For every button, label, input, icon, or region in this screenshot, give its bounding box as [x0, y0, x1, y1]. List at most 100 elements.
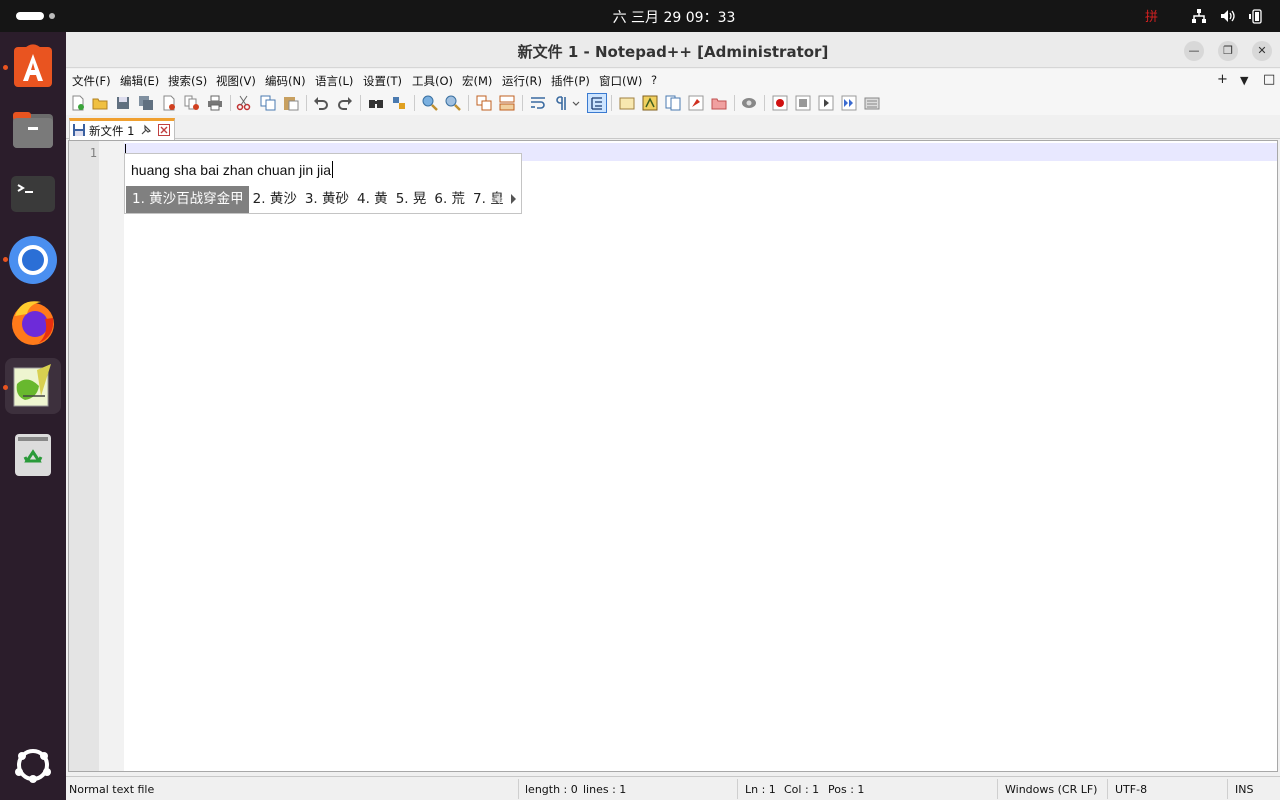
notepad-plus-plus-icon[interactable]: [5, 358, 61, 414]
ime-candidate-window: huang sha bai zhan chuan jin jia 1. 黄沙百战…: [124, 153, 522, 214]
files-icon[interactable]: [5, 102, 61, 158]
doc-list-icon[interactable]: [665, 95, 681, 111]
replace-icon[interactable]: [391, 95, 407, 111]
toolbar-separator: [230, 95, 231, 111]
ime-candidate-4[interactable]: 4. 黄: [353, 186, 392, 213]
close-all-icon[interactable]: [184, 95, 200, 111]
cut-icon[interactable]: [236, 95, 252, 111]
menu-edit[interactable]: 编辑(E): [120, 73, 159, 89]
close-tab-icon[interactable]: [158, 124, 170, 136]
ime-candidate-1[interactable]: 1. 黄沙百战穿金甲: [126, 186, 249, 213]
zoom-in-icon[interactable]: [422, 95, 438, 111]
tab-label: 新文件 1: [89, 124, 135, 138]
status-encoding[interactable]: UTF-8: [1115, 783, 1147, 796]
line-number: 1: [89, 146, 97, 160]
terminal-icon[interactable]: [5, 166, 61, 222]
tab-list-button[interactable]: ▼: [1240, 74, 1248, 87]
menu-view[interactable]: 视图(V): [216, 73, 256, 89]
indent-guide-icon[interactable]: [587, 93, 607, 113]
play-macro-icon[interactable]: [818, 95, 834, 111]
ime-candidate-3[interactable]: 3. 黄砂: [301, 186, 353, 213]
monitoring-icon[interactable]: [741, 95, 757, 111]
folder-workspace-icon[interactable]: [711, 95, 727, 111]
sync-vertical-icon[interactable]: [476, 95, 492, 111]
status-insert-mode[interactable]: INS: [1235, 783, 1253, 796]
show-apps-icon[interactable]: [5, 736, 61, 792]
network-icon[interactable]: [1191, 8, 1207, 24]
ime-candidate-2[interactable]: 2. 黄沙: [249, 186, 301, 213]
close-button[interactable]: ✕: [1252, 41, 1272, 61]
clock[interactable]: 六 三月 29 09：33: [0, 7, 1280, 27]
stop-macro-icon[interactable]: [795, 95, 811, 111]
pin-icon[interactable]: [140, 124, 152, 136]
chromium-icon[interactable]: [5, 230, 61, 286]
running-indicator: [3, 385, 8, 390]
status-separator: [1227, 779, 1228, 799]
input-method-indicator[interactable]: 拼: [1145, 6, 1158, 25]
menu-help[interactable]: ?: [651, 73, 657, 87]
top-bar: 六 三月 29 09：33 拼: [0, 0, 1280, 32]
ime-candidate-7[interactable]: 7. 皇: [469, 186, 508, 213]
menu-tools[interactable]: 工具(O): [412, 73, 453, 89]
menu-settings[interactable]: 设置(T): [363, 73, 402, 89]
toolbar-separator: [306, 95, 307, 111]
status-pos: Pos : 1: [828, 783, 865, 796]
minimize-button[interactable]: —: [1184, 41, 1204, 61]
show-all-chars-icon[interactable]: [553, 95, 569, 111]
ime-candidate-6[interactable]: 6. 荒: [430, 186, 469, 213]
restore-doc-button[interactable]: □: [1263, 72, 1275, 87]
menu-language[interactable]: 语言(L): [315, 73, 353, 89]
toolbar-separator: [522, 95, 523, 111]
toolbar-separator: [468, 95, 469, 111]
new-tab-button[interactable]: +: [1217, 72, 1228, 87]
status-eol[interactable]: Windows (CR LF): [1005, 783, 1097, 796]
ime-next-page-icon[interactable]: [511, 194, 516, 204]
find-icon[interactable]: [368, 95, 384, 111]
redo-icon[interactable]: [337, 95, 353, 111]
trash-icon[interactable]: [5, 426, 61, 482]
volume-icon[interactable]: [1220, 8, 1236, 24]
sync-horizontal-icon[interactable]: [499, 95, 515, 111]
toolbar-separator: [611, 95, 612, 111]
menu-window[interactable]: 窗口(W): [599, 73, 642, 89]
menu-search[interactable]: 搜索(S): [168, 73, 207, 89]
zoom-out-icon[interactable]: [445, 95, 461, 111]
word-wrap-icon[interactable]: [530, 95, 546, 111]
ime-caret: [332, 161, 334, 178]
doc-map-icon[interactable]: [642, 95, 658, 111]
record-macro-icon[interactable]: [772, 95, 788, 111]
tab-new-file-1[interactable]: 新文件 1: [69, 118, 175, 140]
status-separator: [518, 779, 519, 799]
run-macro-multiple-icon[interactable]: [841, 95, 857, 111]
paste-icon[interactable]: [283, 95, 299, 111]
firefox-icon[interactable]: [5, 294, 61, 350]
save-icon[interactable]: [115, 95, 131, 111]
save-macro-icon[interactable]: [864, 95, 880, 111]
menu-file[interactable]: 文件(F): [72, 73, 111, 89]
ime-candidate-5[interactable]: 5. 晃: [392, 186, 431, 213]
function-list-icon[interactable]: [688, 95, 704, 111]
floppy-icon: [73, 124, 85, 136]
editor-area[interactable]: 1: [68, 140, 1278, 772]
ime-prev-page-icon[interactable]: [495, 194, 500, 204]
new-file-icon[interactable]: [70, 95, 86, 111]
app-center-icon[interactable]: [5, 38, 61, 94]
copy-icon[interactable]: [260, 95, 276, 111]
open-file-icon[interactable]: [92, 95, 108, 111]
battery-icon[interactable]: [1248, 8, 1264, 24]
print-icon[interactable]: [207, 95, 223, 111]
user-define-lang-icon[interactable]: [619, 95, 635, 111]
menu-plugins[interactable]: 插件(P): [551, 73, 590, 89]
status-file-type: Normal text file: [69, 783, 155, 796]
restore-button[interactable]: ❐: [1218, 41, 1238, 61]
menu-run[interactable]: 运行(R): [502, 73, 542, 89]
fold-margin[interactable]: [99, 141, 124, 771]
menu-encoding[interactable]: 编码(N): [265, 73, 306, 89]
menu-macro[interactable]: 宏(M): [462, 73, 492, 89]
close-file-icon[interactable]: [161, 95, 177, 111]
ime-preedit: huang sha bai zhan chuan jin jia: [131, 161, 334, 178]
save-all-icon[interactable]: [138, 95, 154, 111]
chevron-down-icon[interactable]: [571, 95, 581, 111]
undo-icon[interactable]: [313, 95, 329, 111]
title-bar[interactable]: 新文件 1 - Notepad++ [Administrator] — ❐ ✕: [66, 32, 1280, 68]
